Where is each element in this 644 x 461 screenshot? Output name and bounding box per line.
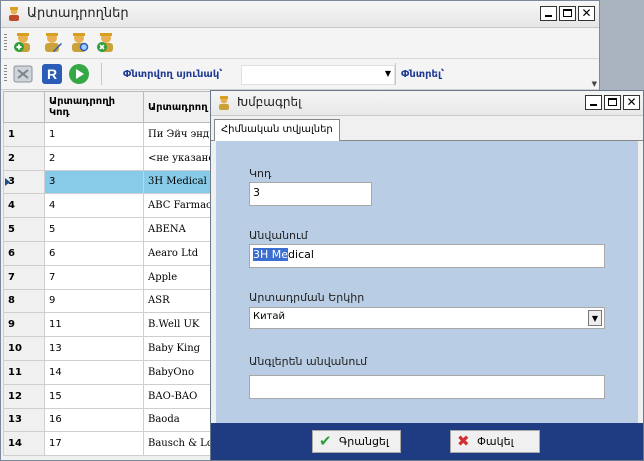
cell-code[interactable]: 11: [44, 312, 144, 338]
close-dialog-button[interactable]: ✖ Փակել: [450, 430, 540, 453]
save-button-label: Գրանցել: [339, 435, 389, 448]
toolbar-overflow-icon[interactable]: ▼: [592, 80, 597, 88]
filter-column-label: Փնտրվող սյունակ՝: [123, 69, 223, 80]
dialog-title-bar: Խմբագրել ✕: [211, 91, 643, 116]
row-number-text: 6: [8, 247, 15, 259]
row-number-text: 12: [8, 390, 22, 402]
dialog-maximize-button[interactable]: [604, 95, 621, 110]
clear-filter-icon[interactable]: [12, 63, 34, 85]
row-number[interactable]: 9: [3, 312, 45, 338]
search-label: Փնտրել՝: [401, 69, 445, 80]
chevron-down-icon: ▼: [384, 69, 391, 78]
cell-code[interactable]: 13: [44, 336, 144, 361]
dialog-title: Խմբագրել: [237, 95, 302, 109]
close-button[interactable]: ✕: [578, 6, 595, 21]
row-number[interactable]: 7: [3, 264, 45, 290]
code-field[interactable]: 3: [249, 182, 372, 206]
search-person-icon[interactable]: [68, 31, 90, 53]
record-toolbar: [1, 28, 599, 59]
row-number-text: 8: [8, 295, 15, 307]
delete-person-icon[interactable]: [95, 31, 117, 53]
name-label: Անվանում: [249, 229, 308, 242]
row-number[interactable]: 6: [3, 240, 45, 266]
row-number-text: 2: [8, 152, 15, 164]
cell-code[interactable]: 9: [44, 288, 144, 314]
code-label: Կոդ: [249, 167, 272, 180]
cell-code[interactable]: 2: [44, 145, 144, 171]
cell-code[interactable]: 6: [44, 240, 144, 266]
row-number[interactable]: 2: [3, 145, 45, 171]
dialog-minimize-button[interactable]: [585, 95, 602, 110]
dialog-tabstrip: Հիմնական տվյալներ: [211, 116, 643, 141]
dialog-close-button[interactable]: ✕: [623, 95, 640, 110]
cell-code[interactable]: 4: [44, 193, 144, 219]
add-person-icon[interactable]: [12, 31, 34, 53]
row-number-text: 1: [8, 128, 15, 140]
cell-code[interactable]: 15: [44, 383, 144, 409]
edit-dialog: Խմբագրել ✕ Հիմնական տվյալներ Կոդ 3 Անվան…: [210, 90, 644, 461]
row-number-text: 5: [8, 224, 15, 236]
row-number[interactable]: 4: [3, 193, 45, 219]
row-number-text: 7: [8, 271, 15, 283]
country-select[interactable]: Китай ▼: [249, 307, 605, 329]
toolbar-separator: [395, 63, 396, 85]
name-field[interactable]: 3H Medical: [249, 244, 605, 268]
row-number-text: 14: [8, 438, 22, 450]
row-number[interactable]: 8: [3, 288, 45, 314]
cell-code[interactable]: 16: [44, 407, 144, 433]
cell-code[interactable]: 7: [44, 264, 144, 290]
minimize-button[interactable]: [540, 6, 557, 21]
row-number[interactable]: 14: [3, 431, 45, 457]
cell-code[interactable]: 14: [44, 359, 144, 385]
cell-code[interactable]: 3: [44, 169, 144, 195]
row-number[interactable]: 1: [3, 122, 45, 147]
country-value: Китай: [253, 311, 286, 322]
cell-code[interactable]: 1: [44, 122, 144, 147]
row-number-text: 10: [8, 343, 22, 355]
country-label: Արտադրման Երկիր: [249, 291, 365, 304]
toolbar-separator: [101, 63, 102, 85]
main-window-title: Արտադրողներ: [27, 6, 129, 21]
row-number[interactable]: 5: [3, 217, 45, 242]
row-number-text: 4: [8, 200, 15, 212]
name-selected-text: 3H Me: [253, 248, 289, 261]
row-number-header: [3, 91, 45, 123]
row-number[interactable]: 12: [3, 383, 45, 409]
tab-main-data[interactable]: Հիմնական տվյալներ: [214, 119, 340, 141]
english-name-field[interactable]: [249, 375, 605, 399]
filter-toolbar: R Փնտրվող սյունակ՝ ▼ Փնտրել՝ ▼: [1, 59, 599, 90]
save-button[interactable]: ✔ Գրանցել: [312, 430, 401, 453]
row-number[interactable]: 10: [3, 336, 45, 361]
row-number-text: 13: [8, 414, 22, 426]
main-title-bar: Արտադրողներ ✕: [1, 1, 599, 28]
dialog-footer: ✔ Գրանցել ✖ Փակել: [211, 423, 643, 460]
edit-person-icon: [219, 96, 229, 110]
name-rest-text: dical: [288, 248, 314, 261]
toolbar-grip[interactable]: [4, 65, 7, 83]
english-name-label: Անգլերեն անվանում: [249, 355, 368, 368]
refresh-icon[interactable]: R: [41, 63, 63, 85]
cell-code[interactable]: 17: [44, 431, 144, 457]
main-data-panel: Կոդ 3 Անվանում 3H Medical Արտադրման Երկի…: [216, 141, 638, 423]
row-number[interactable]: 11: [3, 359, 45, 385]
close-button-label: Փակել: [477, 435, 514, 448]
cell-code[interactable]: 5: [44, 217, 144, 242]
app-person-icon: [9, 7, 19, 21]
row-pointer-icon: [5, 177, 10, 186]
maximize-button[interactable]: [559, 6, 576, 21]
row-number[interactable]: 13: [3, 407, 45, 433]
chevron-down-icon[interactable]: ▼: [588, 310, 602, 326]
svg-text:R: R: [47, 66, 57, 82]
toolbar-grip[interactable]: [4, 34, 7, 52]
edit-person-icon[interactable]: [41, 31, 63, 53]
row-number[interactable]: 3: [3, 169, 45, 195]
column-header-code[interactable]: Արտադրողի Կոդ: [44, 91, 144, 123]
row-number-text: 11: [8, 366, 22, 378]
filter-column-select[interactable]: ▼: [241, 65, 395, 85]
row-number-text: 9: [8, 319, 15, 331]
code-value: 3: [253, 186, 260, 199]
checkmark-icon: ✔: [319, 432, 332, 450]
close-icon: ✖: [457, 432, 470, 450]
run-icon[interactable]: [68, 63, 90, 85]
